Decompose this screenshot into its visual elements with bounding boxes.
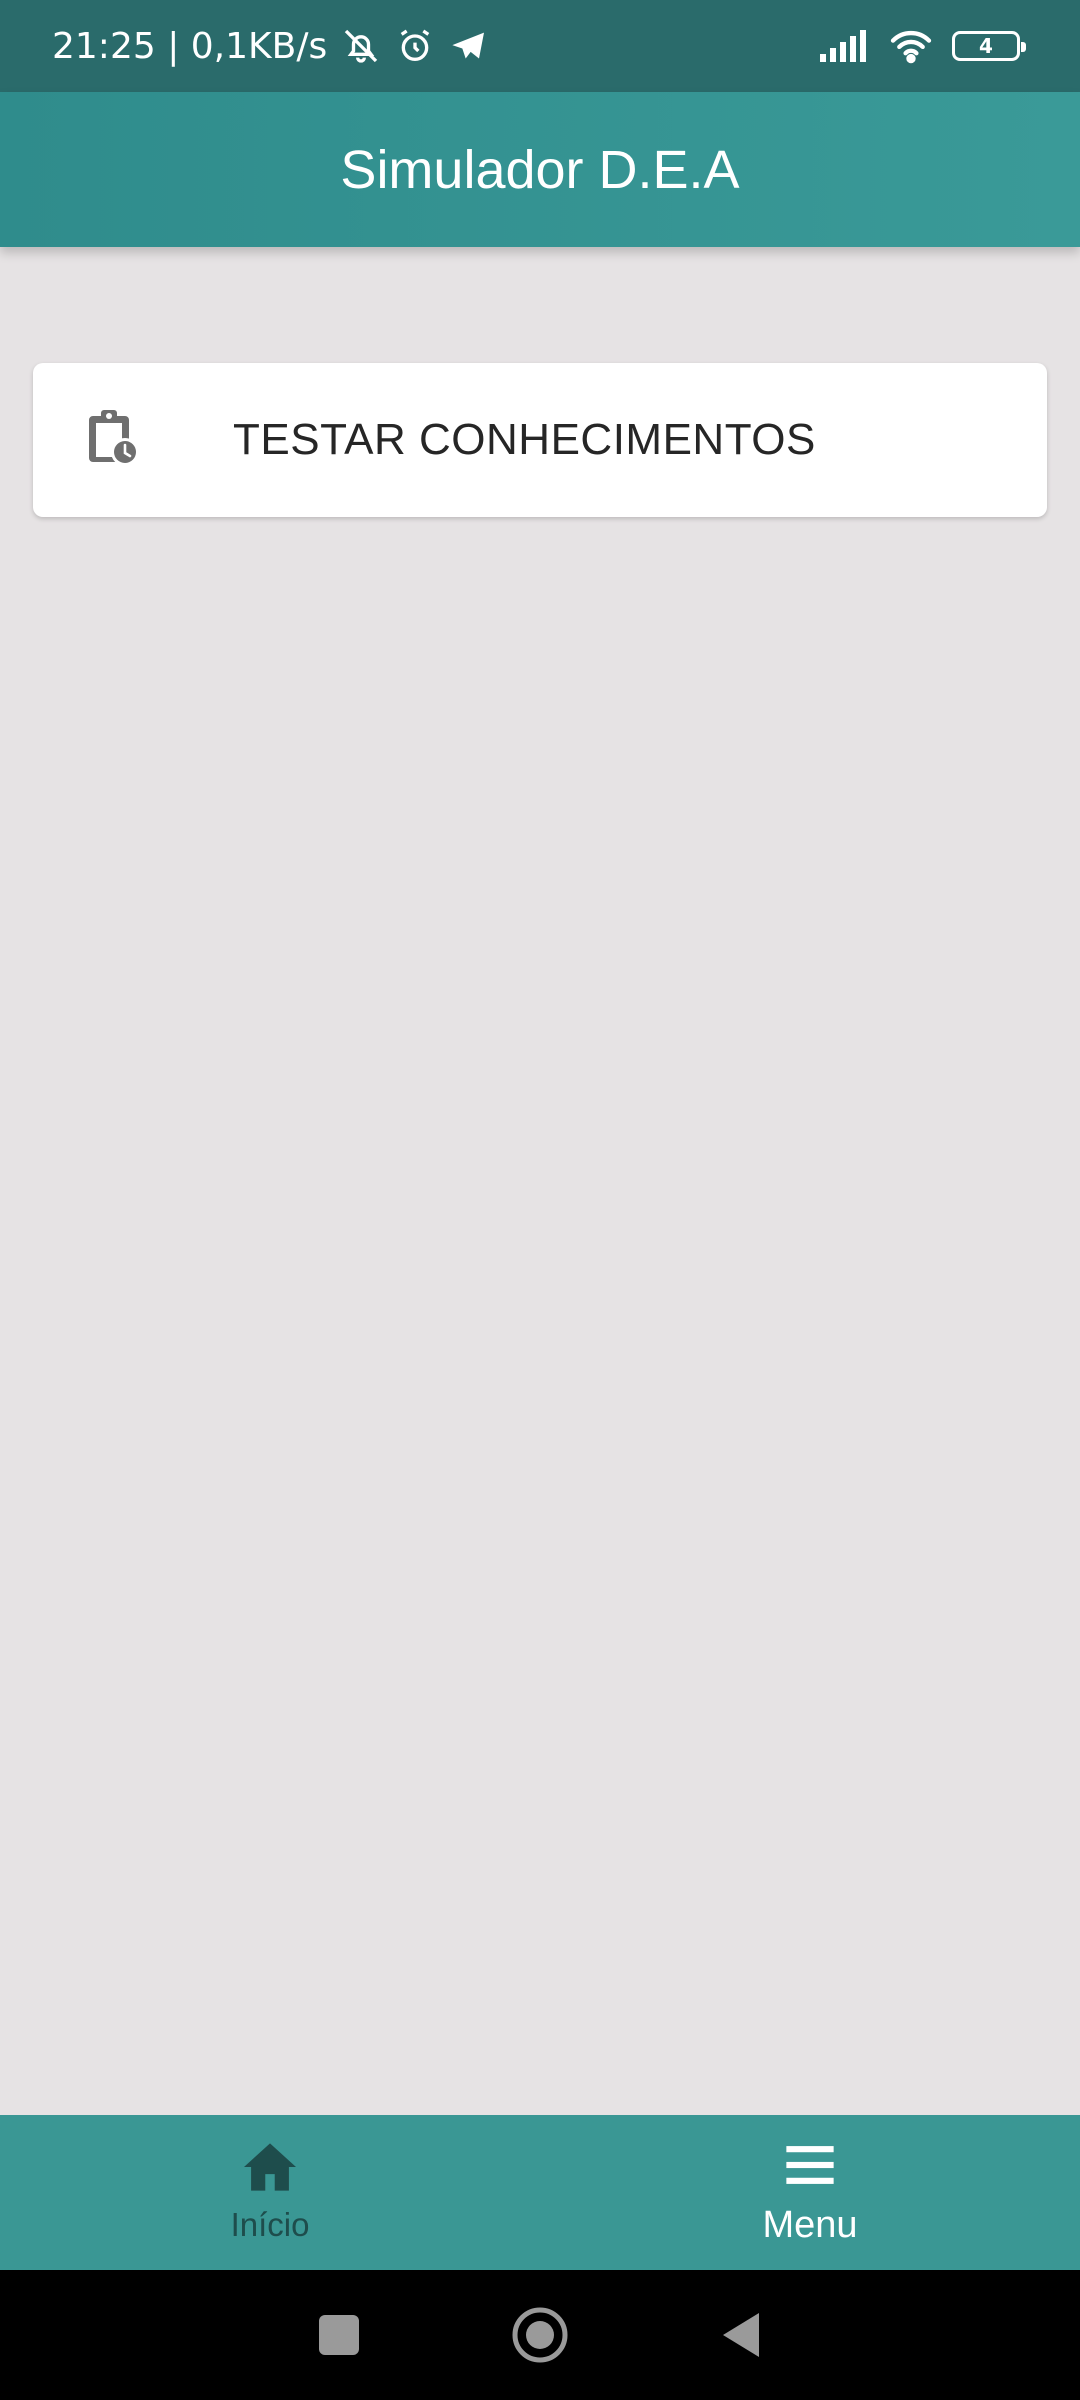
status-left: 21:25 | 0,1KB/s	[52, 26, 489, 67]
bell-off-icon	[341, 26, 381, 66]
card-label: TESTAR CONHECIMENTOS	[233, 415, 816, 464]
menu-icon	[781, 2139, 839, 2204]
recents-square-icon[interactable]	[317, 2313, 361, 2357]
clipboard-clock-icon	[33, 408, 141, 473]
status-bar: 21:25 | 0,1KB/s 4	[0, 0, 1080, 92]
battery-level: 4	[979, 34, 993, 58]
battery-icon: 4	[952, 31, 1026, 61]
nav-item-menu[interactable]: Menu	[540, 2115, 1080, 2270]
status-time-speed: 21:25 | 0,1KB/s	[52, 25, 328, 67]
app-title: Simulador D.E.A	[340, 139, 740, 200]
bottom-nav: Início Menu	[0, 2115, 1080, 2270]
nav-label-menu: Menu	[762, 2203, 858, 2246]
back-triangle-icon[interactable]	[719, 2311, 763, 2359]
wifi-icon	[888, 28, 934, 64]
telegram-icon	[449, 26, 489, 66]
status-right: 4	[820, 28, 1026, 64]
system-nav-bar	[0, 2270, 1080, 2400]
alarm-icon	[395, 26, 435, 66]
signal-icon	[820, 30, 870, 62]
testar-conhecimentos-card[interactable]: TESTAR CONHECIMENTOS	[33, 363, 1047, 517]
nav-item-inicio[interactable]: Início	[0, 2115, 540, 2270]
nav-label-inicio: Início	[230, 2206, 310, 2243]
main-content: TESTAR CONHECIMENTOS	[0, 247, 1080, 2115]
home-icon	[241, 2141, 299, 2206]
app-bar: Simulador D.E.A	[0, 92, 1080, 247]
home-circle-icon[interactable]	[511, 2306, 569, 2364]
